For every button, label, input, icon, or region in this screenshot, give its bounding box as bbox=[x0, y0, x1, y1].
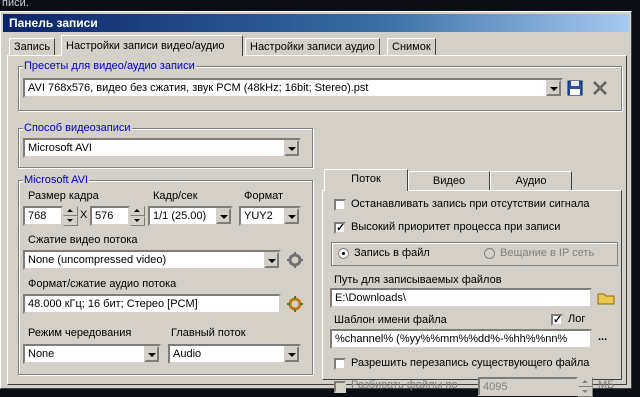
template-input[interactable]: %channel% (%yy%%mm%%dd%-%hh%%nn% bbox=[330, 329, 592, 349]
format-value: YUY2 bbox=[244, 210, 273, 222]
chevron-down-icon[interactable] bbox=[284, 346, 299, 362]
high-priority-label: Высокий приоритет процесса при записи bbox=[351, 221, 561, 233]
spin-up-icon[interactable] bbox=[578, 377, 593, 387]
split-size-value: 4095 bbox=[483, 381, 508, 393]
record-to-file-label: Запись в файл bbox=[354, 247, 430, 259]
tab-video[interactable]: Видео bbox=[408, 171, 490, 190]
chevron-down-icon[interactable] bbox=[284, 140, 299, 156]
split-unit-label: МБ bbox=[598, 379, 615, 391]
audio-format-value: 48.000 кГц; 16 бит; Стерео [PCM] bbox=[28, 298, 198, 310]
delete-icon[interactable] bbox=[590, 78, 610, 98]
template-label: Шаблон имени файла bbox=[334, 314, 447, 326]
allow-overwrite-label: Разрешить перезапись существующего файла bbox=[351, 357, 590, 369]
interleave-label: Режим чередования bbox=[28, 327, 132, 339]
chevron-down-icon[interactable] bbox=[144, 346, 159, 362]
record-to-file-radio[interactable] bbox=[338, 248, 349, 259]
save-icon[interactable] bbox=[565, 78, 585, 98]
spin-down-icon[interactable] bbox=[63, 216, 78, 226]
tab-record[interactable]: Запись bbox=[9, 38, 56, 55]
stop-no-signal-label: Останавливать запись при отсутствии сигн… bbox=[351, 198, 590, 210]
template-value: %channel% (%yy%%mm%%dd%-%hh%%nn% bbox=[335, 333, 568, 345]
path-value: E:\Downloads\ bbox=[335, 292, 406, 304]
audio-format-field[interactable]: 48.000 кГц; 16 бит; Стерео [PCM] bbox=[23, 294, 281, 314]
fps-label: Кадр/сек bbox=[153, 190, 198, 202]
compression-label: Сжатие видео потока bbox=[28, 234, 138, 246]
recording-panel-window: Панель записи Запись Настройки записи ви… bbox=[0, 11, 632, 397]
split-files-label: Разбивать файлы по bbox=[351, 379, 458, 391]
log-label: Лог bbox=[568, 313, 586, 325]
spin-up-icon[interactable] bbox=[63, 206, 78, 216]
tab-audio[interactable]: Аудио bbox=[490, 171, 572, 190]
chevron-down-icon[interactable] bbox=[216, 208, 231, 224]
frame-height-value: 576 bbox=[95, 210, 114, 222]
tab-video-audio-settings[interactable]: Настройки записи видео/аудио bbox=[61, 35, 243, 56]
chevron-down-icon[interactable] bbox=[546, 80, 561, 96]
path-label: Путь для записываемых файлов bbox=[334, 274, 502, 286]
presets-group-title: Пресеты для видео/аудио записи bbox=[23, 60, 196, 72]
interleave-value: None bbox=[28, 348, 55, 360]
master-stream-label: Главный поток bbox=[171, 327, 246, 339]
template-browse-button[interactable]: ... bbox=[598, 331, 607, 343]
fps-select[interactable]: 1/1 (25.00) bbox=[148, 206, 233, 226]
tab-stream[interactable]: Поток bbox=[324, 169, 408, 191]
frame-height-spinner[interactable] bbox=[130, 206, 145, 226]
compression-select[interactable]: None (uncompressed video) bbox=[23, 250, 281, 270]
video-method-title: Способ видеозаписи bbox=[23, 122, 132, 134]
audio-format-label: Формат/сжатие аудио потока bbox=[28, 278, 177, 290]
tab-snapshot[interactable]: Снимок bbox=[387, 38, 436, 55]
stop-no-signal-checkbox[interactable] bbox=[334, 199, 346, 211]
format-select[interactable]: YUY2 bbox=[239, 206, 301, 226]
tab-audio-settings[interactable]: Настройки записи аудио bbox=[245, 38, 380, 55]
preset-select[interactable]: AVI 768x576, видео без сжатия, звук PCM … bbox=[23, 78, 563, 98]
audio-settings-icon[interactable] bbox=[285, 294, 305, 314]
msavi-title: Microsoft AVI bbox=[23, 174, 89, 186]
folder-icon[interactable] bbox=[596, 288, 616, 308]
path-input[interactable]: E:\Downloads\ bbox=[330, 288, 592, 308]
master-stream-select[interactable]: Audio bbox=[168, 344, 301, 364]
split-size-spinner[interactable] bbox=[578, 377, 593, 397]
master-stream-value: Audio bbox=[173, 348, 202, 360]
split-files-checkbox[interactable] bbox=[334, 381, 346, 393]
allow-overwrite-checkbox[interactable] bbox=[334, 358, 346, 370]
window-title: Панель записи bbox=[3, 14, 629, 32]
video-method-select[interactable]: Microsoft AVI bbox=[23, 138, 301, 158]
settings-panel: Пресеты для видео/аудио записи AVI 768x5… bbox=[7, 55, 627, 397]
log-checkbox[interactable] bbox=[551, 313, 563, 326]
ip-broadcast-radio[interactable] bbox=[484, 248, 495, 259]
settings-icon[interactable] bbox=[285, 250, 305, 270]
preset-value: AVI 768x576, видео без сжатия, звук PCM … bbox=[28, 82, 369, 94]
fps-value: 1/1 (25.00) bbox=[153, 210, 207, 222]
frame-width-spinner[interactable] bbox=[63, 206, 78, 226]
interleave-select[interactable]: None bbox=[23, 344, 161, 364]
frame-x-label: X bbox=[80, 209, 88, 221]
video-method-value: Microsoft AVI bbox=[28, 142, 92, 154]
frame-size-label: Размер кадра bbox=[28, 190, 99, 202]
compression-value: None (uncompressed video) bbox=[28, 254, 167, 266]
frame-height-input[interactable]: 576 bbox=[90, 206, 130, 226]
background-text: писи. bbox=[2, 0, 29, 9]
high-priority-checkbox[interactable] bbox=[334, 221, 346, 234]
spin-up-icon[interactable] bbox=[130, 206, 145, 216]
spin-down-icon[interactable] bbox=[130, 216, 145, 226]
split-size-input[interactable]: 4095 bbox=[478, 377, 578, 396]
ip-broadcast-label: Вещание в IP сеть bbox=[500, 247, 595, 259]
chevron-down-icon[interactable] bbox=[284, 208, 299, 224]
frame-width-input[interactable]: 768 bbox=[23, 206, 63, 226]
chevron-down-icon[interactable] bbox=[264, 252, 279, 268]
frame-width-value: 768 bbox=[28, 210, 47, 222]
format-label: Формат bbox=[244, 190, 284, 202]
